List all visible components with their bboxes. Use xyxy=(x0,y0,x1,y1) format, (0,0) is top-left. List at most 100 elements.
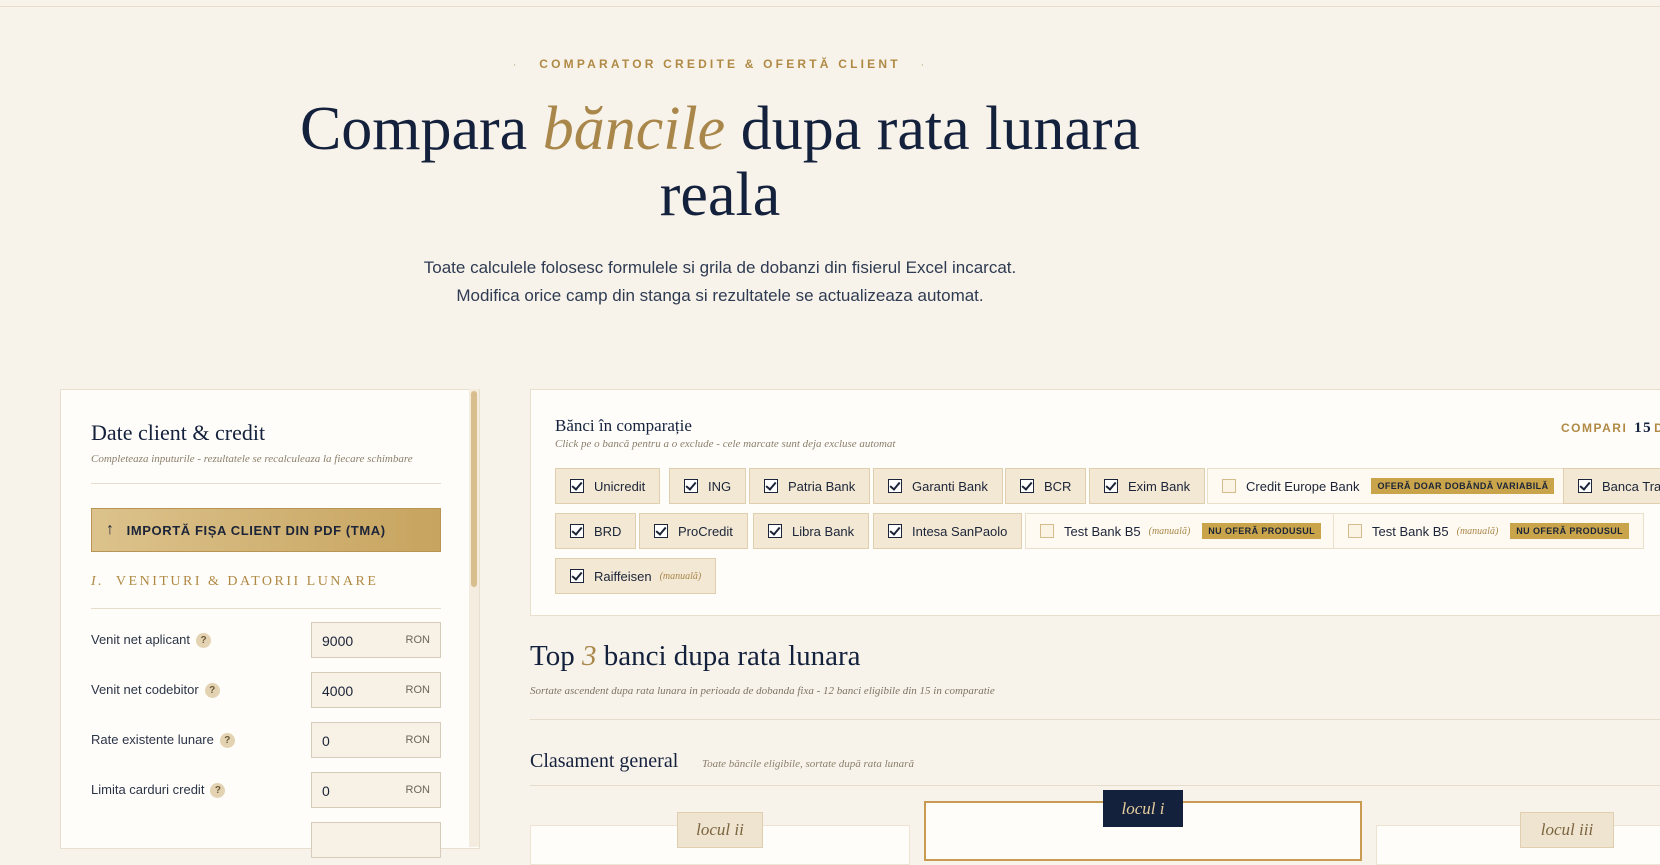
divider xyxy=(530,719,1660,720)
bank-chip-test-b5-1[interactable]: Test Bank B5 (manuală) NU OFERĂ PRODUSUL xyxy=(1025,513,1337,549)
limita-carduri-input[interactable]: 0 RON xyxy=(311,772,441,808)
import-pdf-label: IMPORTĂ FIȘA CLIENT DIN PDF (TMA) xyxy=(126,522,386,538)
venit-codebitor-input[interactable]: 4000 RON xyxy=(311,672,441,708)
panel-scrollbar[interactable] xyxy=(469,389,479,847)
checkbox-checked-icon xyxy=(1104,479,1118,493)
field-label-text: Venit net codebitor xyxy=(91,682,199,697)
help-icon[interactable]: ? xyxy=(210,783,226,798)
bank-chip-raiffeisen[interactable]: Raiffeisen (manuală) xyxy=(555,558,717,594)
status-badge: NU OFERĂ PRODUSUL xyxy=(1202,523,1322,539)
page-title: Compara băncile dupa rata lunara reala xyxy=(290,96,1150,228)
field-limita-carduri: Limita carduri credit? 0 RON xyxy=(91,772,441,808)
field-rate-existente: Rate existente lunare? 0 RON xyxy=(91,722,441,758)
field-label: Limita carduri credit? xyxy=(91,782,226,798)
count-suffix: DI xyxy=(1654,421,1660,435)
manual-tag: (manuală) xyxy=(1148,525,1191,537)
scrollbar-thumb[interactable] xyxy=(471,391,477,587)
bank-name: Test Bank B5 xyxy=(1064,523,1141,539)
checkbox-unchecked-icon xyxy=(1222,479,1236,493)
bank-chip-banca-tran[interactable]: Banca Tran xyxy=(1563,468,1660,504)
title-accent: băncile xyxy=(542,95,726,163)
bank-name: Intesa SanPaolo xyxy=(912,523,1008,539)
banks-panel-title: Bănci în comparație xyxy=(555,416,692,435)
bank-chip-libra[interactable]: Libra Bank xyxy=(753,513,870,549)
help-icon[interactable]: ? xyxy=(196,633,212,648)
place-tag-third: locul iii xyxy=(1520,812,1614,848)
bank-chip-intesa[interactable]: Intesa SanPaolo xyxy=(873,513,1023,549)
import-pdf-button[interactable]: ↑ IMPORTĂ FIȘA CLIENT DIN PDF (TMA) xyxy=(91,508,441,552)
bank-name: Unicredit xyxy=(594,478,646,494)
divider xyxy=(91,483,441,484)
banks-panel-subtitle: Click pe o bancă pentru a o exclude - ce… xyxy=(555,438,896,450)
divider xyxy=(530,785,1660,786)
input-unit: RON xyxy=(405,684,430,696)
bank-name: BCR xyxy=(1044,478,1072,494)
bank-name: Raiffeisen xyxy=(594,568,652,584)
field-partial xyxy=(91,822,441,858)
ranking-title: Clasament general xyxy=(530,750,679,772)
top3-title-post: banci dupa rata lunara xyxy=(603,640,861,672)
top3-title: Top 3 banci dupa rata lunara xyxy=(530,640,861,673)
hero-subtitle: Toate calculele folosesc formulele si gr… xyxy=(300,254,1140,310)
hero-subtitle-line-1: Toate calculele folosesc formulele si gr… xyxy=(423,258,1017,277)
eyebrow-dot-right: · xyxy=(920,57,928,71)
input-unit: RON xyxy=(405,734,430,746)
title-part-2: dupa rata lunara reala xyxy=(659,95,1141,229)
banks-count: COMPARI 15DI xyxy=(1561,420,1660,437)
bank-chip-test-b5-2[interactable]: Test Bank B5 (manuală) NU OFERĂ PRODUSUL xyxy=(1333,513,1645,549)
bank-chip-patria[interactable]: Patria Bank xyxy=(749,468,871,504)
bank-chip-ing[interactable]: ING xyxy=(669,468,747,504)
count-prefix: COMPARI xyxy=(1561,421,1628,435)
manual-tag: (manuală) xyxy=(659,570,702,582)
podium-card-third[interactable] xyxy=(1376,825,1660,865)
count-value: 15 xyxy=(1634,420,1653,436)
input-value: 9000 xyxy=(322,633,354,649)
eyebrow-text: COMPARATOR CREDITE & OFERTĂ CLIENT xyxy=(539,57,901,71)
input-value: 4000 xyxy=(322,683,354,699)
bank-chip-credit-europe[interactable]: Credit Europe Bank OFERĂ DOAR DOBÂNDĂ VA… xyxy=(1207,468,1570,504)
help-icon[interactable]: ? xyxy=(219,733,235,748)
client-panel-title: Date client & credit xyxy=(91,420,266,445)
section-heading-income: I. VENITURI & DATORII LUNARE xyxy=(91,574,378,590)
bank-chip-unicredit[interactable]: Unicredit xyxy=(555,468,661,504)
section-number: I. xyxy=(91,574,105,589)
bank-chip-brd[interactable]: BRD xyxy=(555,513,637,549)
bank-name: BRD xyxy=(594,523,622,539)
checkbox-checked-icon xyxy=(684,479,698,493)
bank-chip-procredit[interactable]: ProCredit xyxy=(639,513,748,549)
checkbox-checked-icon xyxy=(570,524,584,538)
field-venit-codebitor: Venit net codebitor? 4000 RON xyxy=(91,672,441,708)
checkbox-checked-icon xyxy=(764,479,778,493)
checkbox-checked-icon xyxy=(888,524,902,538)
checkbox-checked-icon xyxy=(888,479,902,493)
partial-input[interactable] xyxy=(311,822,441,858)
bank-chip-bcr[interactable]: BCR xyxy=(1005,468,1087,504)
bank-chip-exim[interactable]: Exim Bank xyxy=(1089,468,1206,504)
bank-name: Banca Tran xyxy=(1602,478,1660,494)
bank-name: ING xyxy=(708,478,732,494)
input-unit: RON xyxy=(405,784,430,796)
input-value: 0 xyxy=(322,783,330,799)
client-panel-subtitle: Completeaza inputurile - rezultatele se … xyxy=(91,453,413,465)
status-badge: OFERĂ DOAR DOBÂNDĂ VARIABILĂ xyxy=(1371,478,1555,494)
upload-arrow-icon: ↑ xyxy=(106,521,115,538)
field-label-text: Rate existente lunare xyxy=(91,732,214,747)
help-icon[interactable]: ? xyxy=(204,683,220,698)
section-title: VENITURI & DATORII LUNARE xyxy=(115,574,379,589)
field-label: Venit net codebitor? xyxy=(91,682,220,698)
rate-existente-input[interactable]: 0 RON xyxy=(311,722,441,758)
title-part-1: Compara xyxy=(299,95,528,163)
bank-name: Test Bank B5 xyxy=(1372,523,1449,539)
checkbox-checked-icon xyxy=(1578,479,1592,493)
checkbox-checked-icon xyxy=(570,479,584,493)
field-venit-aplicant: Venit net aplicant? 9000 RON xyxy=(91,622,441,658)
checkbox-checked-icon xyxy=(570,569,584,583)
venit-aplicant-input[interactable]: 9000 RON xyxy=(311,622,441,658)
divider xyxy=(91,608,441,609)
bank-chip-garanti[interactable]: Garanti Bank xyxy=(873,468,1003,504)
bank-name: Patria Bank xyxy=(788,478,856,494)
checkbox-unchecked-icon xyxy=(1348,524,1362,538)
top-divider xyxy=(0,6,1660,7)
checkbox-checked-icon xyxy=(768,524,782,538)
bank-name: Credit Europe Bank xyxy=(1246,478,1360,494)
